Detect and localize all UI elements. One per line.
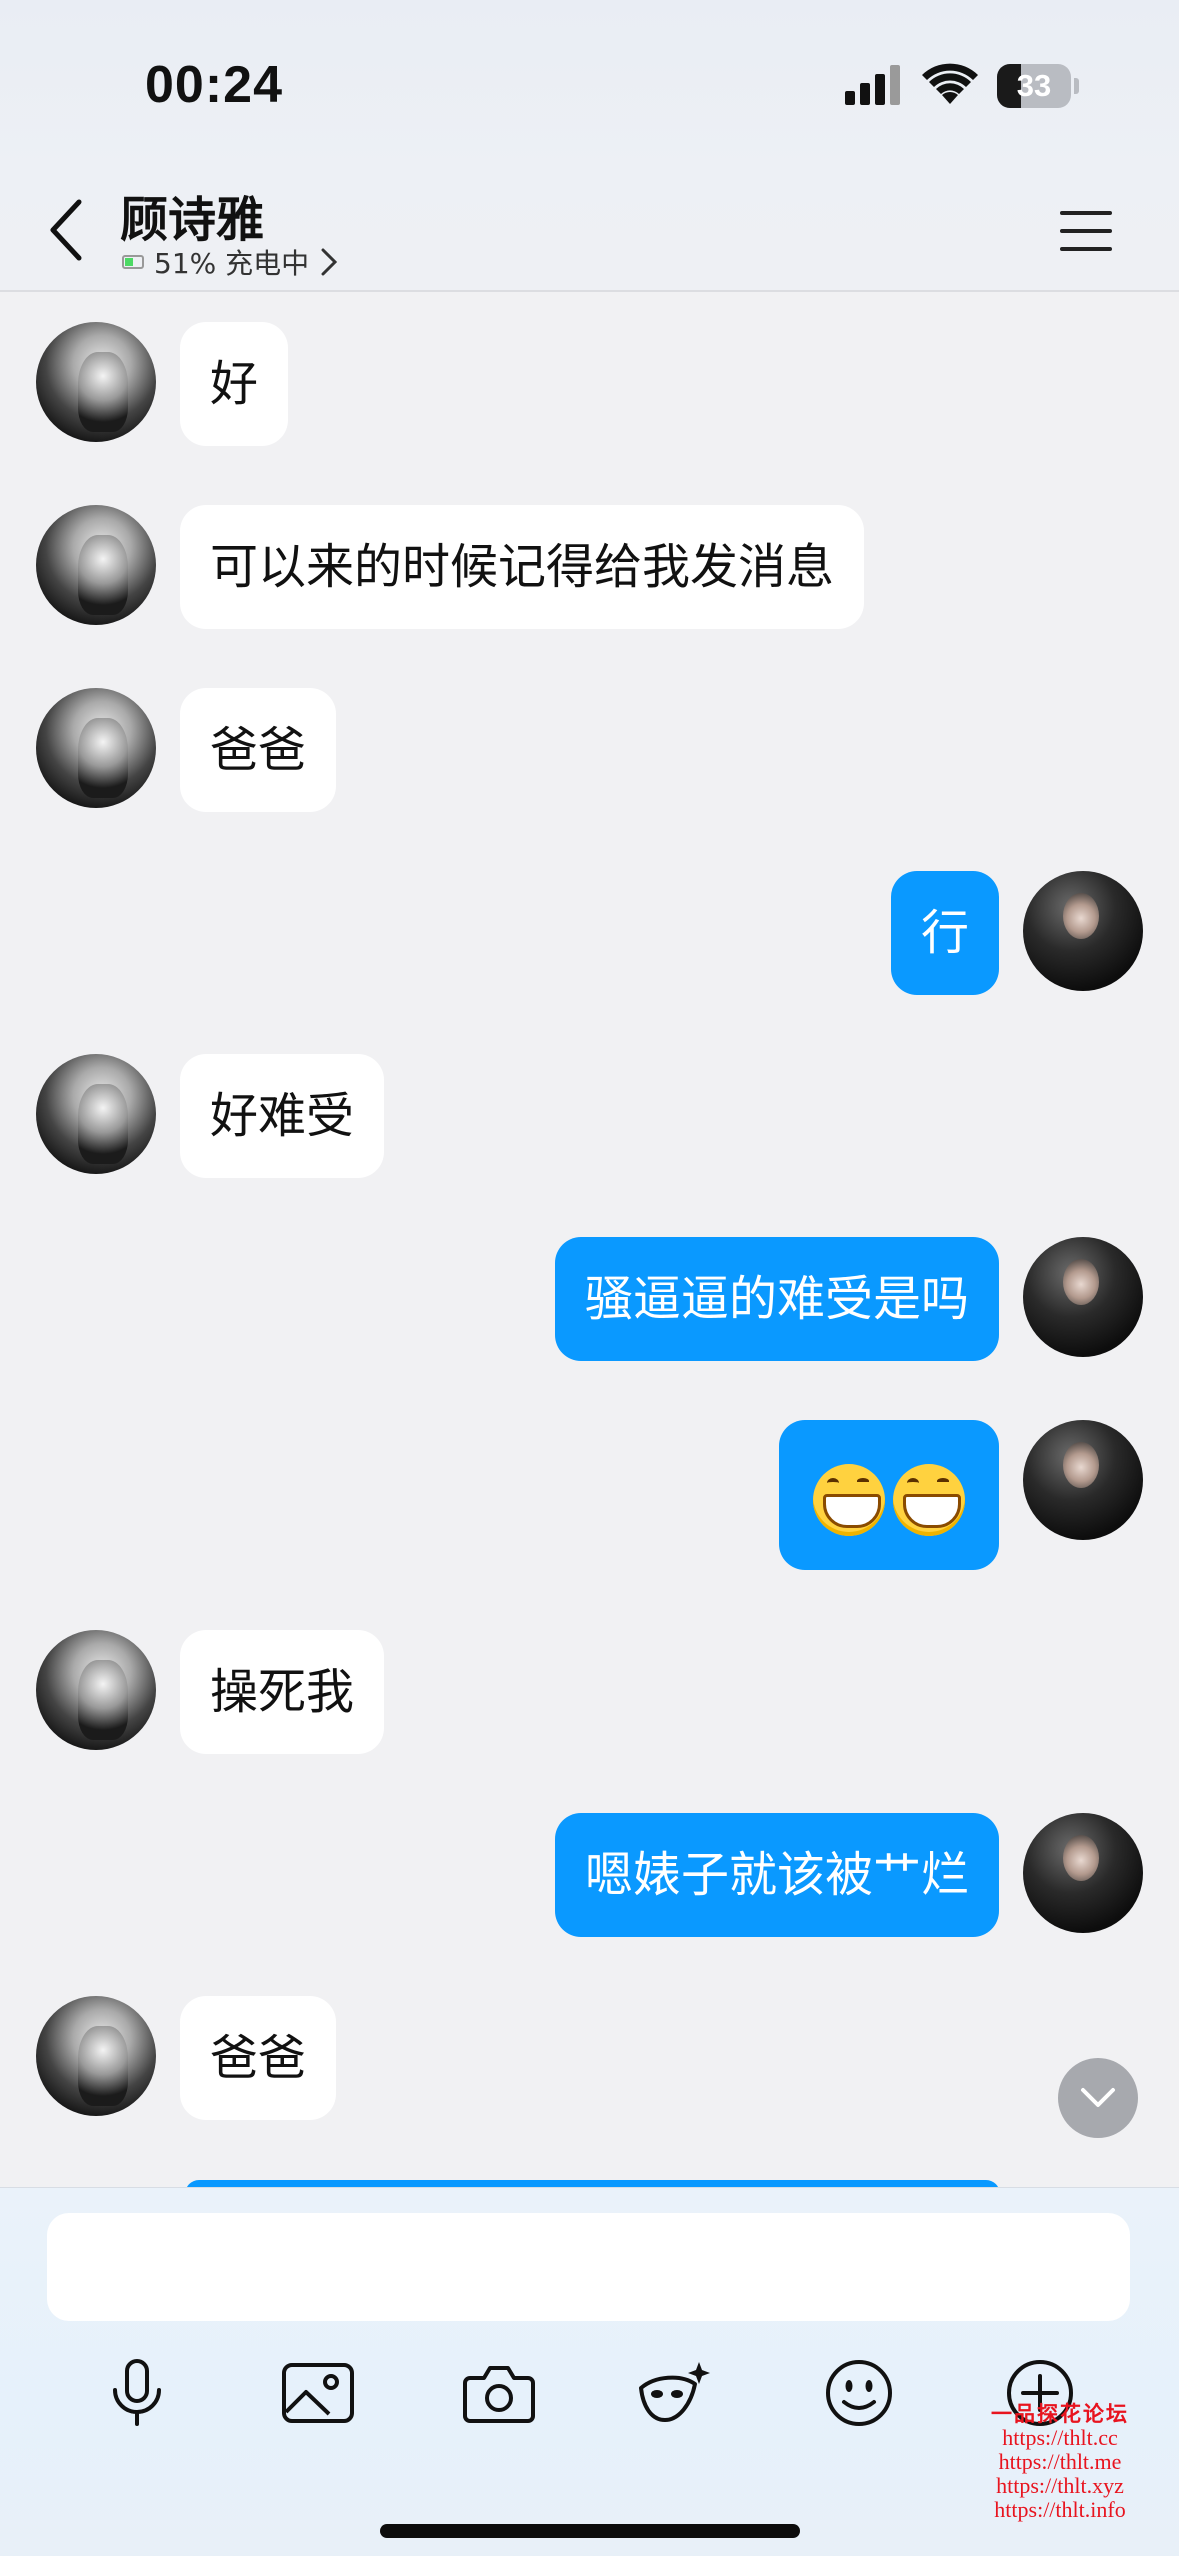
effects-button[interactable]: [630, 2348, 720, 2438]
chat-header: 顾诗雅 51% 充电中: [0, 170, 1179, 292]
contact-status[interactable]: 51% 充电中: [122, 242, 339, 282]
my-avatar[interactable]: [1023, 1237, 1143, 1357]
message-bubble[interactable]: 可以来的时候记得给我发消息: [180, 505, 865, 629]
contact-avatar[interactable]: [36, 1630, 156, 1750]
message-bubble[interactable]: 行: [890, 871, 999, 995]
emoji-message-bubble[interactable]: [779, 1420, 999, 1570]
grinning-face-emoji-icon: [813, 1463, 885, 1536]
my-avatar[interactable]: [1023, 871, 1143, 991]
wifi-icon: [922, 63, 978, 104]
back-chevron-icon: [50, 199, 82, 261]
grinning-face-emoji-icon: [893, 1463, 965, 1536]
photo-album-button[interactable]: [273, 2348, 363, 2438]
status-time: 00:24: [145, 56, 283, 114]
message-bubble[interactable]: 嗯婊子就该被艹烂: [554, 1813, 999, 1937]
my-avatar[interactable]: [1023, 1420, 1143, 1540]
hamburger-menu-icon: [1060, 211, 1112, 251]
contact-status-text: 51% 充电中: [154, 247, 310, 280]
camera-button[interactable]: [454, 2348, 544, 2438]
back-button[interactable]: [30, 190, 100, 270]
contact-avatar[interactable]: [36, 505, 156, 625]
contact-name[interactable]: 顾诗雅: [120, 180, 264, 250]
message-bubble[interactable]: 好: [180, 322, 289, 446]
watermark-line: https://thlt.info: [994, 2497, 1126, 2522]
watermark-line: https://thlt.me: [998, 2449, 1122, 2474]
scroll-to-bottom-button[interactable]: [1058, 2058, 1138, 2138]
emoji-icon: [826, 2360, 892, 2426]
contact-avatar[interactable]: [36, 688, 156, 808]
voice-button[interactable]: [92, 2348, 182, 2438]
camera-icon: [463, 2366, 535, 2423]
battery-level-text: 33: [1016, 68, 1052, 103]
contact-avatar[interactable]: [36, 1996, 156, 2116]
status-bar: 00:24 33: [0, 0, 1179, 170]
my-avatar[interactable]: [1023, 1813, 1143, 1933]
magic-effect-icon: [639, 2362, 710, 2422]
watermark-title: 一品探花论坛: [991, 2402, 1129, 2426]
emoji-button[interactable]: [814, 2348, 904, 2438]
watermark-line: https://thlt.cc: [1002, 2425, 1118, 2450]
watermark-line: https://thlt.xyz: [996, 2473, 1124, 2498]
message-bubble[interactable]: 好难受: [180, 1054, 385, 1178]
home-indicator[interactable]: [380, 2524, 800, 2538]
message-bubble[interactable]: 骚逼逼的难受是吗: [554, 1237, 999, 1361]
message-list[interactable]: 好 可以来的时候记得给我发消息 爸爸 行 好难受 骚逼逼的难受是吗 操死我 嗯婊…: [0, 292, 1179, 2187]
battery-icon: 33: [997, 64, 1079, 108]
contact-avatar[interactable]: [36, 322, 156, 442]
microphone-icon: [113, 2359, 161, 2426]
message-bubble[interactable]: 爸爸: [180, 688, 337, 812]
message-bubble[interactable]: 操死我: [180, 1630, 385, 1754]
battery-icon: [122, 255, 144, 269]
chevron-right-icon: [321, 248, 338, 276]
contact-avatar[interactable]: [36, 1054, 156, 1174]
watermark: 一品探花论坛 https://thlt.cc https://thlt.me h…: [960, 2402, 1160, 2522]
message-bubble[interactable]: 爸爸: [180, 1996, 337, 2120]
cellular-signal-icon: [845, 65, 900, 105]
menu-button[interactable]: [1055, 200, 1117, 262]
image-icon: [282, 2363, 354, 2423]
message-input[interactable]: [47, 2213, 1130, 2321]
chevron-down-icon: [1081, 2088, 1115, 2107]
